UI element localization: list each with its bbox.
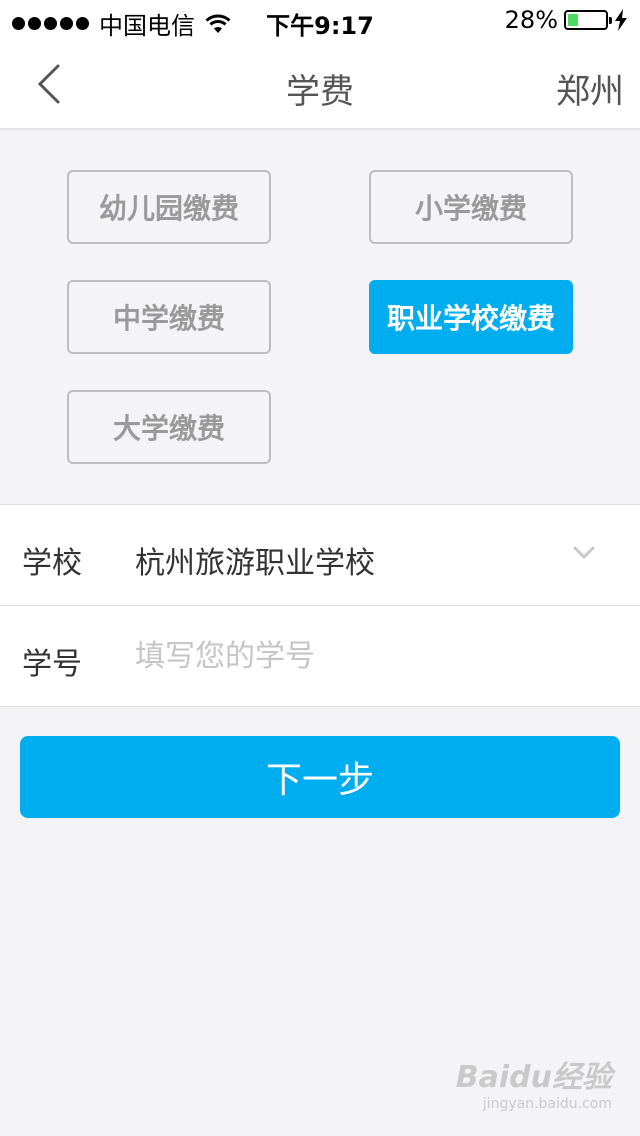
nav-bar: 学费 郑州 [0,40,640,129]
payment-category-grid: 幼儿园缴费 小学缴费 中学缴费 职业学校缴费 大学缴费 [0,129,640,504]
student-id-input[interactable] [135,634,595,678]
city-selector[interactable]: 郑州 [556,64,624,113]
student-id-row: 学号 [0,606,640,707]
battery-icon [564,10,612,30]
battery-percent: 28% [504,6,558,34]
payment-form: 学校 杭州旅游职业学校 学号 [0,504,640,707]
page-title: 学费 [286,72,354,112]
watermark: Baidu经验 jingyan.baidu.com [456,1052,612,1112]
middle-school-fee-button[interactable]: 中学缴费 [67,280,271,354]
school-row[interactable]: 学校 杭州旅游职业学校 [0,505,640,606]
next-step-button[interactable]: 下一步 [20,736,620,818]
university-fee-button[interactable]: 大学缴费 [67,390,271,464]
primary-school-fee-button[interactable]: 小学缴费 [369,170,573,244]
kindergarten-fee-button[interactable]: 幼儿园缴费 [67,170,271,244]
chevron-down-icon[interactable] [572,545,596,561]
status-bar: 中国电信 下午9:17 28% [0,0,640,40]
school-label: 学校 [22,546,82,581]
school-select[interactable]: 杭州旅游职业学校 [135,538,375,582]
student-id-label: 学号 [22,647,82,682]
charging-icon [615,9,627,31]
watermark-logo: Baidu经验 [455,1060,612,1095]
vocational-school-fee-button[interactable]: 职业学校缴费 [369,280,573,354]
watermark-url: jingyan.baidu.com [482,1096,612,1112]
battery-level [568,14,578,26]
